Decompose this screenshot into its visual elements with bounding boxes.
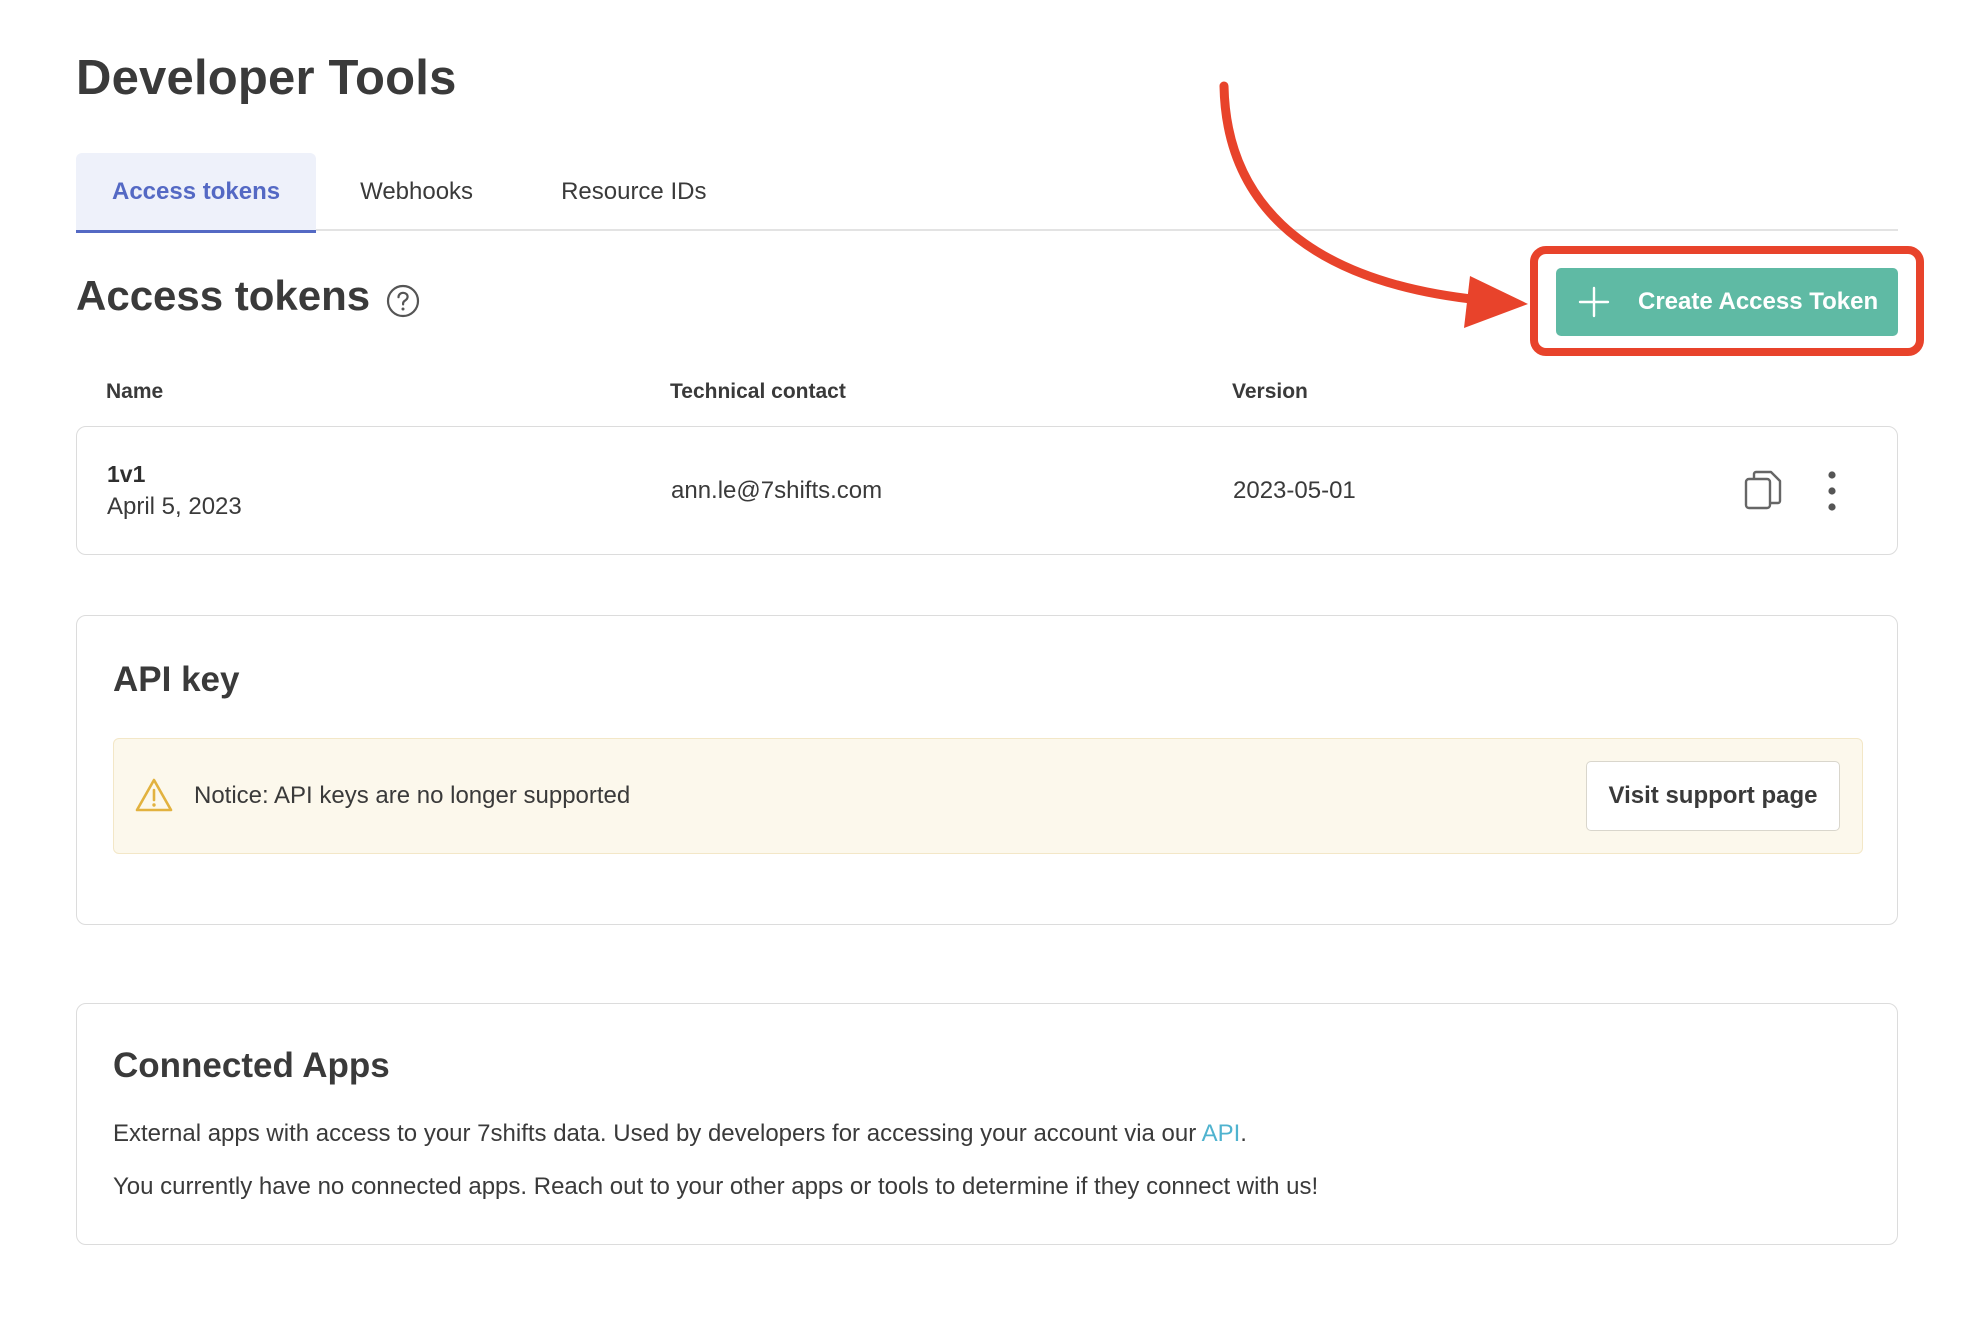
token-technical-contact: ann.le@7shifts.com [671,477,883,504]
column-header-name: Name [106,380,164,403]
token-created-date: April 5, 2023 [107,493,242,520]
plus-icon [1578,286,1610,318]
api-link[interactable]: API [1202,1120,1241,1147]
notice-text: Notice: API keys are no longer supported [194,782,631,809]
connected-apps-title: Connected Apps [113,1046,390,1085]
token-version: 2023-05-01 [1233,477,1356,504]
warning-icon [135,778,173,812]
copy-icon[interactable] [1743,469,1783,511]
description-end: . [1240,1120,1247,1147]
tab-access-tokens[interactable]: Access tokens [76,153,317,233]
access-tokens-title: Access tokens [76,272,371,319]
table-row: 1v1 April 5, 2023 ann.le@7shifts.com 202… [76,426,1898,555]
page-title: Developer Tools [76,51,457,105]
create-access-token-label: Create Access Token [1638,288,1879,315]
tab-webhooks[interactable]: Webhooks [316,153,517,231]
api-key-title: API key [113,660,240,699]
more-vertical-icon[interactable] [1825,469,1839,513]
column-header-technical-contact: Technical contact [670,380,846,403]
visit-support-page-button[interactable]: Visit support page [1586,761,1840,831]
question-circle-icon[interactable] [386,284,420,318]
tab-resource-ids[interactable]: Resource IDs [517,153,750,231]
api-key-notice: Notice: API keys are no longer supported… [113,738,1863,854]
connected-apps-empty-message: You currently have no connected apps. Re… [113,1173,1319,1200]
connected-apps-card: Connected Apps External apps with access… [76,1003,1898,1245]
connected-apps-description: External apps with access to your 7shift… [113,1120,1247,1148]
api-key-card: API key Notice: API keys are no longer s… [76,615,1898,925]
tab-bar: Access tokens Webhooks Resource IDs [76,153,1898,233]
description-text: External apps with access to your 7shift… [113,1120,1202,1147]
token-name: 1v1 [107,461,146,487]
create-access-token-button[interactable]: Create Access Token [1556,268,1898,336]
column-header-version: Version [1232,380,1308,403]
